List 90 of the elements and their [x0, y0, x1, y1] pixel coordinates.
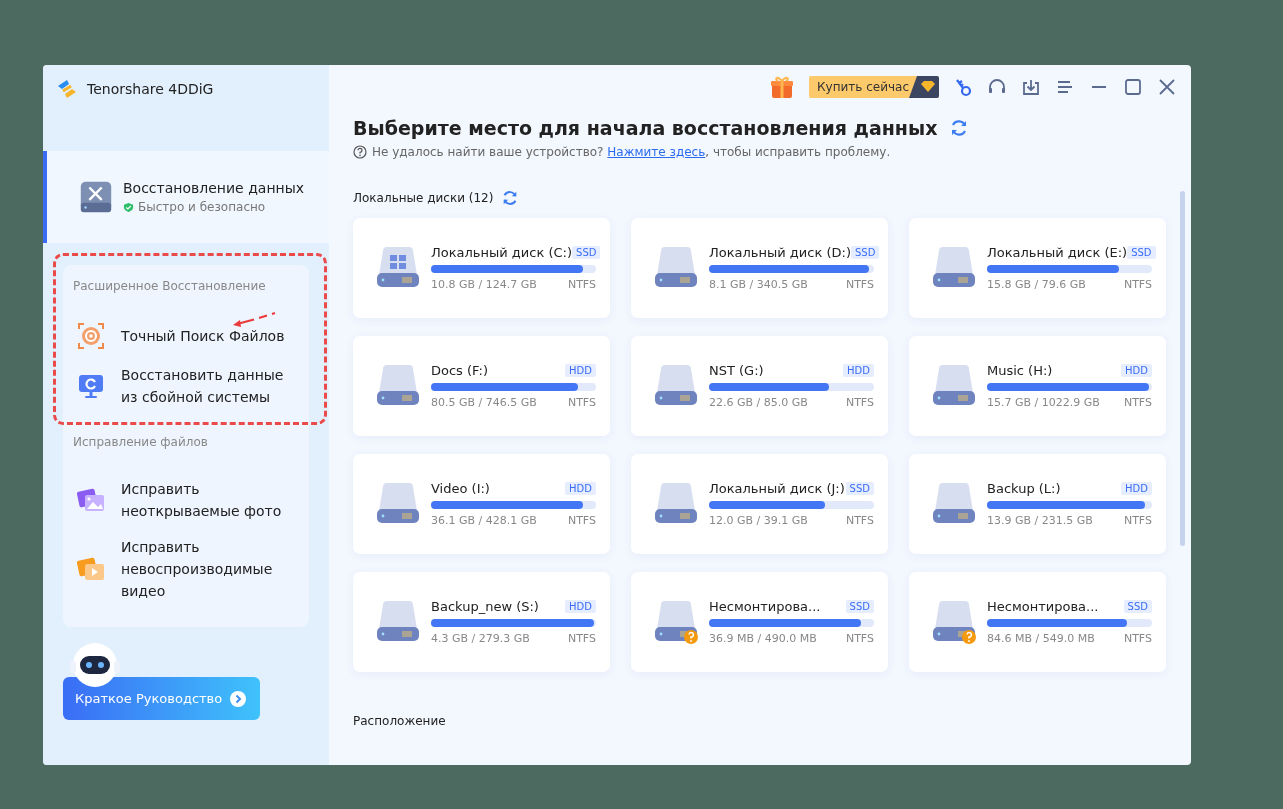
drive-card[interactable]: Локальный диск (D:) SSD 8.1 GB / 340.5 GB NTFS: [631, 218, 888, 318]
file-system: NTFS: [1123, 278, 1152, 291]
item-subtitle: Быстро и безопасно: [138, 200, 266, 214]
drive-card[interactable]: Docs (F:) HDD 80.5 GB / 746.5 GB NTFS: [353, 336, 610, 436]
shield-check-icon: [123, 201, 134, 213]
drive-usage: 36.1 GB / 428.1 GB: [431, 514, 537, 527]
drive-card[interactable]: Video (I:) HDD 36.1 GB / 428.1 GB NTFS: [353, 454, 610, 554]
drive-card[interactable]: NST (G:) HDD 22.6 GB / 85.0 GB NTFS: [631, 336, 888, 436]
drive-usage: 13.9 GB / 231.5 GB: [987, 514, 1093, 527]
app-name: Tenorshare 4DDiG: [87, 81, 214, 97]
drive-type-tag: SSD: [1127, 246, 1156, 259]
maximize-icon[interactable]: [1123, 77, 1143, 97]
drive-name: Music (H:): [987, 363, 1053, 378]
drive-type-tag: SSD: [1123, 600, 1152, 613]
drive-type-tag: HDD: [843, 364, 874, 377]
drive-name: Локальный диск (C:): [431, 245, 573, 260]
drive-card[interactable]: Локальный диск (J:) SSD 12.0 GB / 39.1 GB NTFS: [631, 454, 888, 554]
file-system: NTFS: [845, 514, 874, 527]
file-system: NTFS: [567, 514, 596, 527]
gift-icon[interactable]: [769, 74, 796, 100]
drive-usage: 84.6 MB / 549.0 MB: [987, 632, 1095, 645]
drive-name: Docs (F:): [431, 363, 488, 378]
drive-type-tag: HDD: [565, 482, 596, 495]
help-icon: [353, 145, 367, 159]
drive-card[interactable]: Локальный диск (C:) SSD 10.8 GB / 124.7 GB NTFS: [353, 218, 610, 318]
drive-type-tag: SSD: [845, 482, 874, 495]
drive-type-tag: SSD: [572, 246, 601, 259]
drive-name: Несмонтирова...: [709, 599, 821, 614]
drive-usage: 80.5 GB / 746.5 GB: [431, 396, 537, 409]
file-system: NTFS: [567, 278, 596, 291]
target-icon: [77, 322, 105, 350]
drive-name: Backup_new (S:): [431, 599, 539, 614]
drive-type-tag: SSD: [850, 246, 880, 259]
drive-usage: 8.1 GB / 340.5 GB: [709, 278, 808, 291]
buy-now-button[interactable]: Купить сейчас: [809, 76, 939, 98]
drive-name: Video (I:): [431, 481, 490, 496]
file-system: NTFS: [1123, 396, 1152, 409]
sidebar-item[interactable]: Исправить неоткрываемые фото: [73, 471, 299, 529]
drive-usage: 4.3 GB / 279.3 GB: [431, 632, 530, 645]
drive-name: Локальный диск (D:): [709, 245, 851, 260]
drive-type-tag: HDD: [565, 600, 596, 613]
drive-card[interactable]: Локальный диск (E:) SSD 15.8 GB / 79.6 GB NTFS: [909, 218, 1166, 318]
section-heading: Расширенное Восстановление: [73, 279, 267, 293]
help-text: Не удалось найти ваше устройство? Нажмите здесь, чтобы исправить проблему.: [372, 145, 891, 159]
drive-usage: 36.9 MB / 490.0 MB: [709, 632, 817, 645]
sidebar-item[interactable]: Точный Поиск Файлов: [73, 315, 299, 357]
drive-name: NST (G:): [709, 363, 764, 378]
drive-usage: 12.0 GB / 39.1 GB: [709, 514, 808, 527]
drive-type-tag: HDD: [1121, 364, 1152, 377]
section-heading: Локальные диски (12): [353, 191, 494, 205]
drive-usage: 15.7 GB / 1022.9 GB: [987, 396, 1100, 409]
drive-type-tag: HDD: [565, 364, 596, 377]
sidebar-item[interactable]: Восстановить данные из сбойной системы: [73, 357, 299, 415]
drive-name: Локальный диск (E:): [987, 245, 1128, 260]
data-recovery-item[interactable]: Восстановление данных Быстро и безопасно: [43, 151, 329, 243]
sidebar-item[interactable]: Исправить невоспроизводимые видео: [73, 529, 299, 609]
drive-type-tag: HDD: [1121, 482, 1152, 495]
chevron-right-icon: [230, 690, 247, 707]
drive-usage: 22.6 GB / 85.0 GB: [709, 396, 808, 409]
drive-name: Локальный диск (J:): [709, 481, 845, 496]
drive-card[interactable]: Music (H:) HDD 15.7 GB / 1022.9 GB NTFS: [909, 336, 1166, 436]
photo-icon: [77, 486, 105, 514]
section-heading: Исправление файлов: [73, 435, 209, 449]
drive-usage: 10.8 GB / 124.7 GB: [431, 278, 537, 291]
video-icon: [77, 555, 105, 583]
file-system: NTFS: [1123, 632, 1152, 645]
drive-usage: 15.8 GB / 79.6 GB: [987, 278, 1086, 291]
scrollbar-thumb[interactable]: [1180, 191, 1185, 546]
key-icon[interactable]: [953, 77, 973, 97]
drive-card[interactable]: Несмонтирова... SSD 84.6 MB / 549.0 MB NTFS: [909, 572, 1166, 672]
drive-name: Backup (L:): [987, 481, 1061, 496]
monitor-icon: [77, 372, 105, 400]
quick-guide-button[interactable]: Краткое Руководство: [63, 677, 260, 720]
download-icon[interactable]: [1021, 77, 1041, 97]
close-icon[interactable]: [1157, 77, 1177, 97]
file-system: NTFS: [845, 632, 874, 645]
file-system: NTFS: [567, 396, 596, 409]
file-system: NTFS: [845, 278, 874, 291]
drive-card[interactable]: Несмонтирова... SSD 36.9 MB / 490.0 MB NTFS: [631, 572, 888, 672]
file-system: NTFS: [1123, 514, 1152, 527]
file-system: NTFS: [845, 396, 874, 409]
drive-name: Несмонтирова...: [987, 599, 1099, 614]
drive-card[interactable]: Backup_new (S:) HDD 4.3 GB / 279.3 GB NTFS: [353, 572, 610, 672]
item-title: Восстановление данных: [123, 180, 305, 196]
file-system: NTFS: [567, 632, 596, 645]
diamond-icon: [909, 76, 939, 98]
drive-type-tag: SSD: [845, 600, 874, 613]
section-heading: Расположение: [353, 714, 447, 728]
page-title: Выберите место для начала восстановления данных: [353, 117, 938, 139]
drive-card[interactable]: Backup (L:) HDD 13.9 GB / 231.5 GB NTFS: [909, 454, 1166, 554]
